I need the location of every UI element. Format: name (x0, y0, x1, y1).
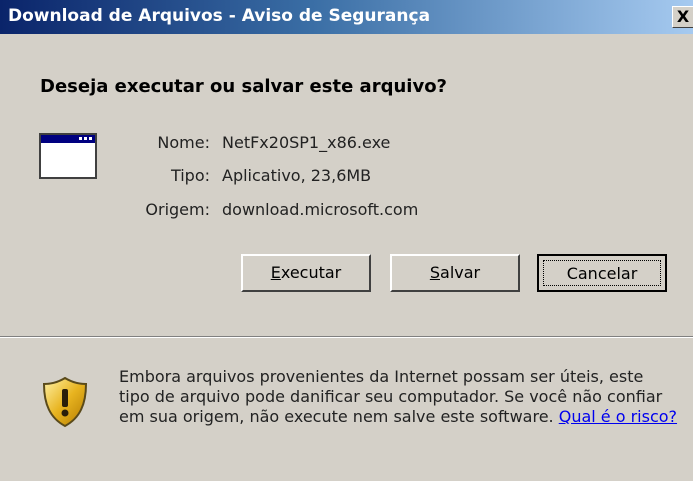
type-label: Tipo: (170, 166, 210, 185)
dialog-question: Deseja executar ou salvar este arquivo? (40, 76, 447, 97)
security-shield-icon (42, 376, 88, 428)
warning-message: Embora arquivos provenientes da Internet… (119, 367, 679, 427)
save-label: alvar (440, 263, 481, 282)
risk-link[interactable]: Qual é o risco? (559, 407, 677, 426)
window-title: Download de Arquivos - Aviso de Seguranç… (8, 6, 431, 26)
run-hotkey: E (270, 263, 281, 282)
cancel-label: Cancelar (543, 260, 661, 286)
save-hotkey: S (429, 263, 441, 282)
name-value: NetFx20SP1_x86.exe (222, 133, 391, 152)
name-label: Nome: (157, 133, 210, 152)
close-button[interactable]: X (672, 6, 693, 28)
run-label: xecutar (280, 263, 342, 282)
origin-value: download.microsoft.com (222, 200, 419, 219)
run-button[interactable]: Executar (241, 254, 371, 292)
origin-label: Origem: (145, 200, 210, 219)
title-bar[interactable]: Download de Arquivos - Aviso de Seguranç… (0, 0, 693, 34)
cancel-button[interactable]: Cancelar (537, 254, 667, 292)
save-button[interactable]: Salvar (390, 254, 520, 292)
type-value: Aplicativo, 23,6MB (222, 166, 372, 185)
